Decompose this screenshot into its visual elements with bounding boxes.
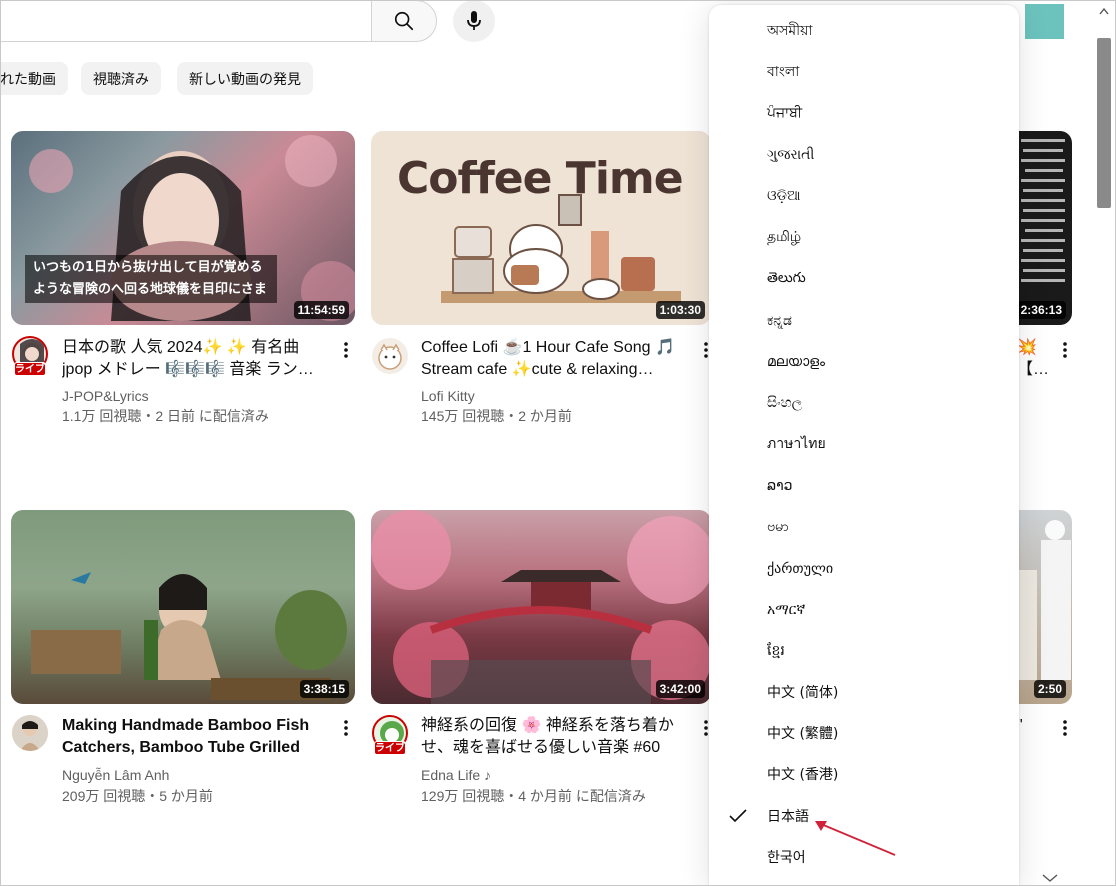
language-option[interactable]: 中文 (简体) xyxy=(709,672,1019,712)
video-stats: 145万 回視聴・2 か月前 xyxy=(421,408,572,424)
search-input[interactable] xyxy=(0,0,372,42)
search-icon xyxy=(394,11,414,31)
thumbnail-caption: いつもの1日から抜け出して目が覚める ような冒険のへ回る地球儀を目印にさま xyxy=(25,255,277,303)
video-duration: 3:38:15 xyxy=(299,680,349,698)
kebab-icon xyxy=(344,720,348,736)
language-option[interactable]: অসমীয়া xyxy=(709,11,1019,51)
video-thumbnail[interactable]: いつもの1日から抜け出して目が覚める ような冒険のへ回る地球儀を目印にさま 11… xyxy=(11,131,355,325)
language-option[interactable]: বাংলা xyxy=(709,52,1019,92)
kebab-icon xyxy=(704,720,708,736)
channel-name[interactable]: Nguyễn Lâm Anh xyxy=(62,765,169,785)
language-option[interactable]: தமிழ் xyxy=(709,218,1019,258)
video-thumbnail[interactable]: 2:50 xyxy=(1017,510,1072,704)
video-title[interactable]: 💥 【… xyxy=(1017,337,1047,381)
thumbnail-art xyxy=(31,572,347,700)
kebab-icon xyxy=(704,342,708,358)
thumbnail-art xyxy=(371,510,711,704)
video-duration: 2:36:13 xyxy=(1017,301,1066,319)
language-option[interactable]: አማርኛ xyxy=(709,590,1019,630)
channel-name[interactable]: J-POP&Lyrics xyxy=(62,386,149,406)
checkmark-icon xyxy=(729,809,747,823)
language-option[interactable]: ខ្មែរ xyxy=(709,631,1019,671)
language-option[interactable]: ဗမာ xyxy=(709,507,1019,547)
chevron-down-icon[interactable] xyxy=(1040,872,1060,884)
video-stats: 1.1万 回視聴・2 日前 に配信済み xyxy=(62,408,269,424)
video-duration: 1:03:30 xyxy=(655,301,705,319)
language-option[interactable]: සිංහල xyxy=(709,383,1019,423)
video-thumbnail[interactable]: 2:36:13 xyxy=(1017,131,1072,325)
video-stats: 129万 回視聴・4 か月前 に配信済み xyxy=(421,788,646,804)
channel-name[interactable]: Edna Life ♪ xyxy=(421,765,491,785)
more-options-button[interactable] xyxy=(336,716,356,740)
thumbnail-art xyxy=(1017,520,1071,680)
kebab-icon xyxy=(344,342,348,358)
language-option[interactable]: 中文 (繁體) xyxy=(709,713,1019,753)
annotation-arrow-icon xyxy=(815,821,896,856)
video-duration: 2:50 xyxy=(1033,680,1066,698)
search-button[interactable] xyxy=(371,0,437,42)
video-duration: 3:42:00 xyxy=(655,680,705,698)
video-title[interactable]: Coffee Lofi ☕1 Hour Cafe Song 🎵 Stream c… xyxy=(421,337,689,381)
more-options-button[interactable] xyxy=(1055,338,1075,362)
scroll-up-button[interactable] xyxy=(1096,0,1112,30)
video-stats: 209万 回視聴・5 か月前 xyxy=(62,788,213,804)
video-title[interactable]: 神経系の回復 🌸 神経系を落ち着かせ、魂を喜ばせる優しい音楽 #60 xyxy=(421,715,689,759)
language-option[interactable]: ਪੰਜਾਬੀ xyxy=(709,93,1019,133)
more-options-button[interactable] xyxy=(336,338,356,362)
language-option[interactable]: ગુજરાતી xyxy=(709,135,1019,175)
more-options-button[interactable] xyxy=(1055,716,1075,740)
live-badge: ライブ xyxy=(374,741,406,755)
language-option[interactable]: ລາວ xyxy=(709,466,1019,506)
video-thumbnail[interactable]: 3:38:15 xyxy=(11,510,355,704)
language-option[interactable]: ภาษาไทย xyxy=(709,424,1019,464)
chip-watched[interactable]: 視聴済み xyxy=(81,62,161,95)
channel-avatar[interactable] xyxy=(12,715,48,751)
kebab-icon xyxy=(1063,342,1067,358)
voice-search-button[interactable] xyxy=(453,0,495,42)
video-thumbnail[interactable]: 3:42:00 xyxy=(371,510,711,704)
live-badge: ライブ xyxy=(14,362,46,376)
language-option[interactable]: 中文 (香港) xyxy=(709,754,1019,794)
chip-filter-1[interactable]: れた動画 xyxy=(0,62,68,95)
language-option-label: 日本語 xyxy=(767,809,809,825)
video-title[interactable]: " xyxy=(1017,715,1037,759)
language-option[interactable]: ಕನ್ನಡ xyxy=(709,301,1019,341)
video-thumbnail[interactable]: Coffee Time 1:03:30 xyxy=(371,131,711,325)
language-option[interactable]: ଓଡ଼ିଆ xyxy=(709,176,1019,216)
chip-discover-new[interactable]: 新しい動画の発見 xyxy=(177,62,313,95)
channel-name[interactable]: Lofi Kitty xyxy=(421,386,475,406)
chevron-up-icon xyxy=(1099,7,1109,15)
kebab-icon xyxy=(1063,720,1067,736)
language-option[interactable]: ქართული xyxy=(709,549,1019,589)
page-scrollbar-thumb[interactable] xyxy=(1097,38,1111,208)
account-avatar[interactable] xyxy=(1025,4,1064,39)
language-option[interactable]: മലയാളം xyxy=(709,342,1019,382)
video-title[interactable]: Making Handmade Bamboo Fish Catchers, Ba… xyxy=(62,715,330,759)
language-menu: অসমীয়া বাংলা ਪੰਜਾਬੀ ગુજરાતી ଓଡ଼ିଆ தமிழ்… xyxy=(709,5,1019,886)
video-duration: 11:54:59 xyxy=(293,301,349,319)
microphone-icon xyxy=(467,11,481,30)
video-title[interactable]: 日本の歌 人気 2024✨ ✨ 有名曲 jpop メドレー 🎼🎼🎼 音楽 ラン… xyxy=(62,337,330,381)
channel-avatar[interactable] xyxy=(372,338,408,374)
thumbnail-art xyxy=(441,194,681,303)
thumbnail-art xyxy=(1021,139,1065,282)
language-option[interactable]: తెలుగు xyxy=(709,259,1019,299)
